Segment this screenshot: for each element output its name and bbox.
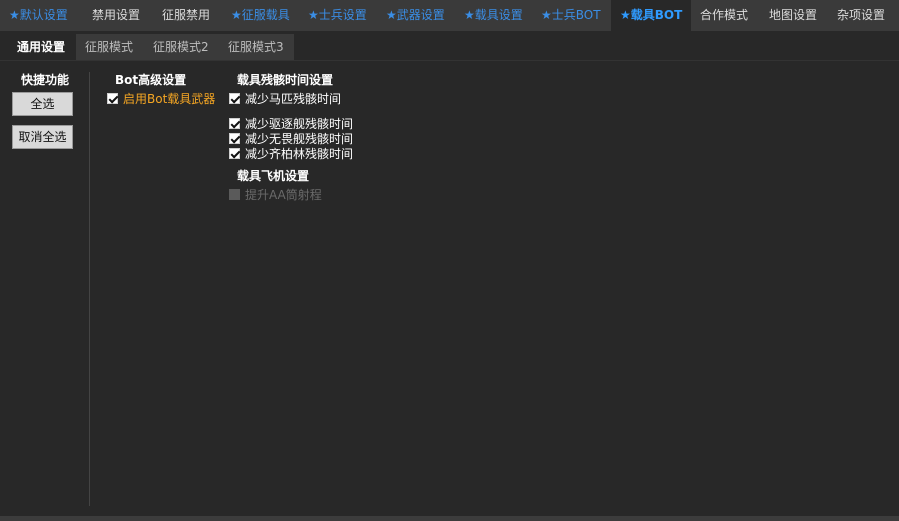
aircraft-settings-title: 载具飞机设置 <box>237 169 310 183</box>
tab-vehicle-bot[interactable]: ★载具BOT <box>611 0 691 31</box>
checkbox <box>229 188 240 200</box>
subtab-conquest-3[interactable]: 征服模式3 <box>219 34 294 60</box>
subtab-conquest[interactable]: 征服模式 <box>76 34 144 60</box>
tab-default-settings[interactable]: ★默认设置 <box>0 0 83 31</box>
reduce-destroyer-wreck-option[interactable]: 减少驱逐舰残骸时间 <box>229 116 353 131</box>
enable-bot-vehicle-weapon-option[interactable]: 启用Bot载具武器 <box>107 91 216 106</box>
tab-vehicle-settings[interactable]: ★载具设置 <box>455 0 532 31</box>
column-divider <box>89 72 90 506</box>
deselect-all-button[interactable]: 取消全选 <box>12 125 73 149</box>
reduce-horse-wreck-option[interactable]: 减少马匹残骸时间 <box>229 91 342 106</box>
tab-soldier-settings[interactable]: ★士兵设置 <box>299 0 377 31</box>
tab-coop-mode[interactable]: 合作模式 <box>691 0 760 31</box>
checkbox[interactable] <box>229 117 240 129</box>
option-label: 减少齐柏林残骸时间 <box>245 146 354 161</box>
tab-conquest-vehicles[interactable]: ★征服载具 <box>222 0 299 31</box>
wreck-time-title: 载具残骸时间设置 <box>237 73 334 87</box>
reduce-dreadnought-wreck-option[interactable]: 减少无畏舰残骸时间 <box>229 131 353 146</box>
tab-misc-settings[interactable]: 杂项设置 <box>828 0 899 31</box>
aa-range-option: 提升AA筒射程 <box>229 187 322 202</box>
option-label: 提升AA筒射程 <box>245 187 322 202</box>
subtab-divider <box>0 60 899 61</box>
select-all-button[interactable]: 全选 <box>12 92 73 116</box>
tab-map-settings[interactable]: 地图设置 <box>760 0 828 31</box>
tab-ban-settings[interactable]: 禁用设置 <box>83 0 153 31</box>
top-tab-bar: ★默认设置 禁用设置 征服禁用 ★征服载具 ★士兵设置 ★武器设置 ★载具设置 … <box>0 0 899 31</box>
option-label: 减少马匹残骸时间 <box>245 91 342 106</box>
checkbox[interactable] <box>107 92 118 104</box>
tab-soldier-bot[interactable]: ★士兵BOT <box>532 0 611 31</box>
app-window: ★默认设置 禁用设置 征服禁用 ★征服载具 ★士兵设置 ★武器设置 ★载具设置 … <box>0 0 899 521</box>
reduce-zeppelin-wreck-option[interactable]: 减少齐柏林残骸时间 <box>229 146 354 161</box>
sub-tab-bar: 通用设置 征服模式 征服模式2 征服模式3 <box>8 34 294 60</box>
checkbox[interactable] <box>229 147 240 159</box>
checkbox[interactable] <box>229 92 240 104</box>
subtab-general[interactable]: 通用设置 <box>8 34 76 60</box>
bot-advanced-title: Bot高级设置 <box>115 73 187 87</box>
tab-weapon-settings[interactable]: ★武器设置 <box>377 0 455 31</box>
option-label: 启用Bot载具武器 <box>123 91 216 106</box>
checkbox[interactable] <box>229 132 240 144</box>
tab-conquest-ban[interactable]: 征服禁用 <box>153 0 222 31</box>
bottom-border <box>0 516 899 521</box>
quick-functions-title: 快捷功能 <box>21 73 70 87</box>
subtab-conquest-2[interactable]: 征服模式2 <box>144 34 219 60</box>
